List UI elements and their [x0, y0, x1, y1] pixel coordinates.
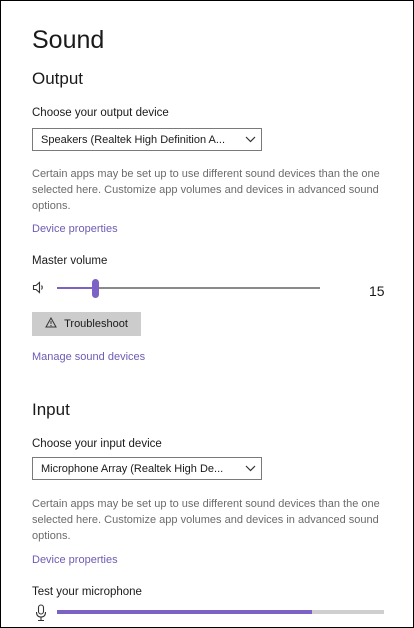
input-device-value: Microphone Array (Realtek High De... — [41, 462, 224, 475]
master-volume-value: 15 — [369, 283, 385, 299]
manage-sound-devices-link[interactable]: Manage sound devices — [32, 351, 145, 363]
output-device-select[interactable]: Speakers (Realtek High Definition A... — [32, 128, 262, 151]
output-device-properties-link[interactable]: Device properties — [32, 223, 118, 235]
input-help-text: Certain apps may be set up to use differ… — [32, 498, 380, 542]
warning-icon — [45, 316, 57, 331]
master-volume-slider[interactable] — [57, 279, 320, 298]
master-volume-fill — [57, 287, 96, 289]
input-heading: Input — [32, 400, 70, 419]
output-device-label: Choose your output device — [32, 107, 169, 119]
master-volume-label: Master volume — [32, 255, 108, 267]
microphone-level-fill — [57, 610, 312, 614]
speaker-icon[interactable] — [32, 281, 46, 299]
input-device-select[interactable]: Microphone Array (Realtek High De... — [32, 457, 262, 480]
output-help-text: Certain apps may be set up to use differ… — [32, 168, 380, 212]
page-title: Sound — [32, 26, 105, 54]
troubleshoot-button[interactable]: Troubleshoot — [32, 312, 141, 336]
master-volume-thumb[interactable] — [92, 279, 99, 298]
output-heading: Output — [32, 69, 84, 88]
sound-settings-panel: Sound Output Choose your output device S… — [0, 0, 414, 628]
microphone-icon — [35, 604, 47, 627]
chevron-down-icon — [239, 465, 261, 472]
input-device-label: Choose your input device — [32, 438, 162, 450]
microphone-level-meter — [57, 610, 384, 614]
troubleshoot-label: Troubleshoot — [64, 318, 128, 330]
input-device-properties-link[interactable]: Device properties — [32, 554, 118, 566]
output-device-value: Speakers (Realtek High Definition A... — [41, 133, 226, 146]
test-microphone-label: Test your microphone — [32, 586, 142, 598]
chevron-down-icon — [239, 136, 261, 143]
